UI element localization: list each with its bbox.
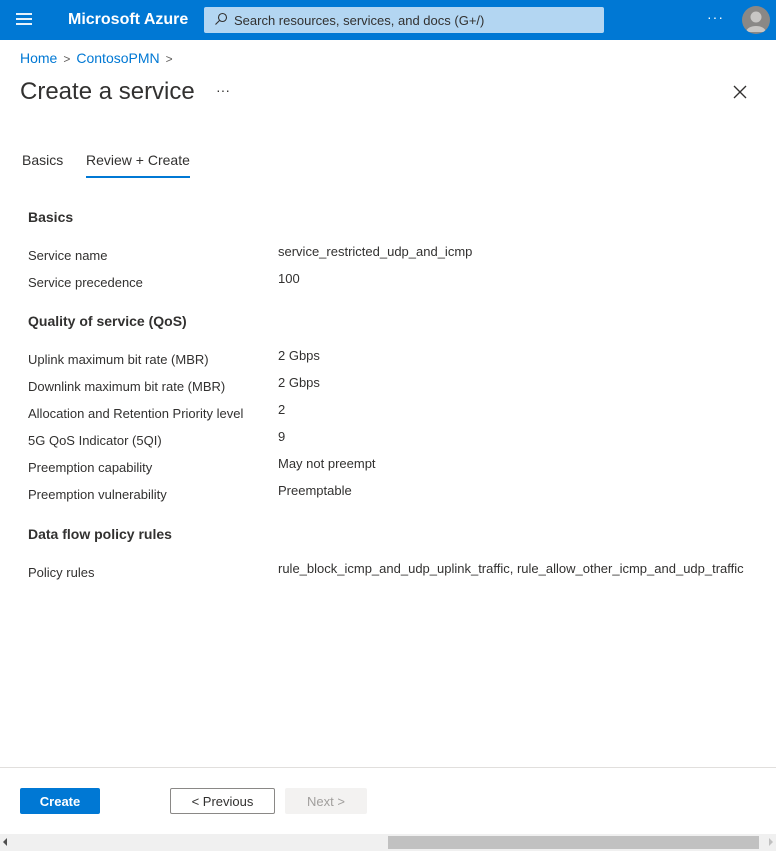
label-uplink-mbr: Uplink maximum bit rate (MBR) — [28, 352, 209, 367]
label-service-name: Service name — [28, 248, 108, 263]
search-icon — [215, 12, 228, 25]
breadcrumb: Home > ContosoPMN > — [20, 50, 179, 66]
section-heading-basics: Basics — [28, 209, 74, 225]
value-preemption-capability: May not preempt — [278, 456, 376, 471]
breadcrumb-home[interactable]: Home — [20, 50, 57, 66]
label-preemption-vulnerability: Preemption vulnerability — [28, 487, 167, 502]
breadcrumb-contosopmn[interactable]: ContosoPMN — [76, 50, 159, 66]
value-service-name: service_restricted_udp_and_icmp — [278, 244, 473, 259]
tab-basics[interactable]: Basics — [22, 152, 63, 168]
top-bar: Microsoft Azure ··· — [0, 0, 776, 40]
label-5qi: 5G QoS Indicator (5QI) — [28, 433, 162, 448]
value-policy-rules: rule_block_icmp_and_udp_uplink_traffic, … — [278, 561, 744, 576]
next-button: Next > — [285, 788, 367, 814]
label-service-precedence: Service precedence — [28, 275, 143, 290]
label-policy-rules: Policy rules — [28, 565, 95, 580]
footer-divider — [0, 767, 776, 768]
section-heading-data-flow: Data flow policy rules — [28, 526, 172, 542]
scroll-right-arrow-icon[interactable] — [769, 838, 773, 846]
create-button[interactable]: Create — [20, 788, 100, 814]
value-5qi: 9 — [278, 429, 286, 444]
hamburger-menu-icon[interactable] — [16, 13, 32, 27]
label-downlink-mbr: Downlink maximum bit rate (MBR) — [28, 379, 226, 394]
section-heading-qos: Quality of service (QoS) — [28, 313, 187, 329]
brand-logo[interactable]: Microsoft Azure — [68, 11, 188, 29]
tab-review-create[interactable]: Review + Create — [86, 152, 190, 178]
page-more-icon[interactable]: ··· — [216, 82, 230, 98]
breadcrumb-separator: > — [63, 52, 71, 66]
value-preemption-vulnerability: Preemptable — [278, 483, 352, 498]
tab-bar: Basics Review + Create — [0, 150, 400, 180]
value-service-precedence: 100 — [278, 271, 300, 286]
user-icon — [746, 11, 766, 32]
page-title: Create a service — [20, 78, 195, 105]
avatar[interactable] — [742, 6, 770, 34]
horizontal-scrollbar[interactable] — [0, 834, 776, 851]
close-icon[interactable] — [732, 84, 748, 100]
search-box[interactable] — [204, 7, 604, 33]
label-arp-level: Allocation and Retention Priority level — [28, 406, 244, 421]
value-downlink-mbr: 2 Gbps — [278, 375, 320, 390]
label-preemption-capability: Preemption capability — [28, 460, 153, 475]
scroll-left-arrow-icon[interactable] — [3, 838, 7, 846]
value-arp-level: 2 — [278, 402, 286, 417]
breadcrumb-separator: > — [165, 52, 173, 66]
more-options-icon[interactable]: ··· — [707, 9, 724, 25]
previous-button[interactable]: < Previous — [170, 788, 275, 814]
search-input[interactable] — [234, 7, 594, 33]
value-uplink-mbr: 2 Gbps — [278, 348, 320, 363]
scrollbar-thumb[interactable] — [388, 836, 759, 849]
